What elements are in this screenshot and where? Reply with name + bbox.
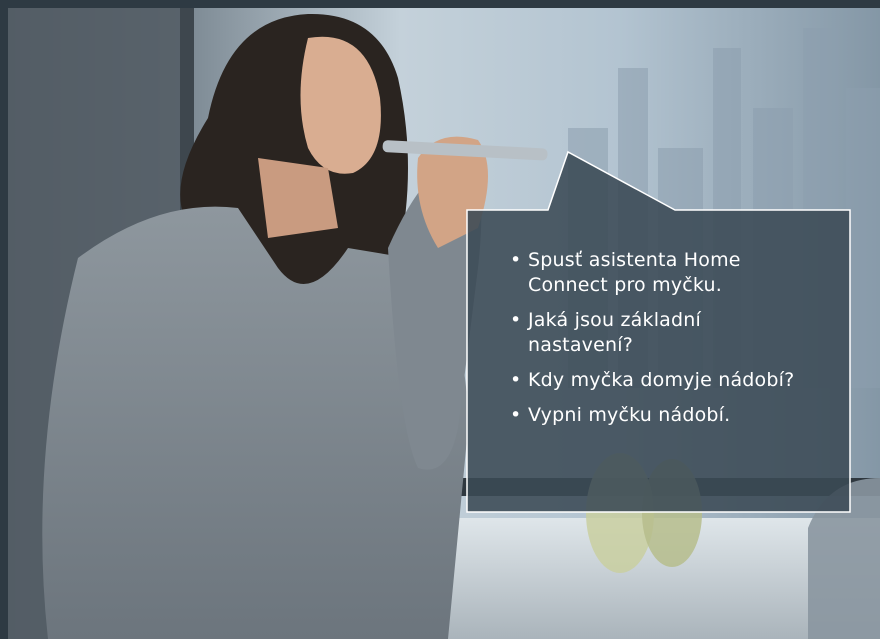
voice-command-text: Spusť asistenta Home Connect pro myčku.	[528, 249, 741, 296]
bullet-icon: •	[510, 249, 522, 271]
hero-banner: • Spusť asistenta Home Connect pro myčku.…	[0, 0, 880, 639]
bullet-icon: •	[510, 369, 522, 391]
voice-command-text: Kdy myčka domyje nádobí?	[528, 369, 795, 391]
bullet-icon: •	[510, 404, 522, 426]
voice-command-item: • Spusť asistenta Home Connect pro myčku.	[510, 248, 810, 298]
voice-command-list: • Spusť asistenta Home Connect pro myčku.…	[510, 248, 810, 438]
voice-command-item: • Kdy myčka domyje nádobí?	[510, 368, 810, 393]
voice-command-item: • Vypni myčku nádobí.	[510, 403, 810, 428]
bullet-icon: •	[510, 309, 522, 331]
voice-command-text: Vypni myčku nádobí.	[528, 404, 731, 426]
voice-command-item: • Jaká jsou základní nastavení?	[510, 308, 810, 358]
voice-command-text: Jaká jsou základní nastavení?	[528, 309, 702, 356]
